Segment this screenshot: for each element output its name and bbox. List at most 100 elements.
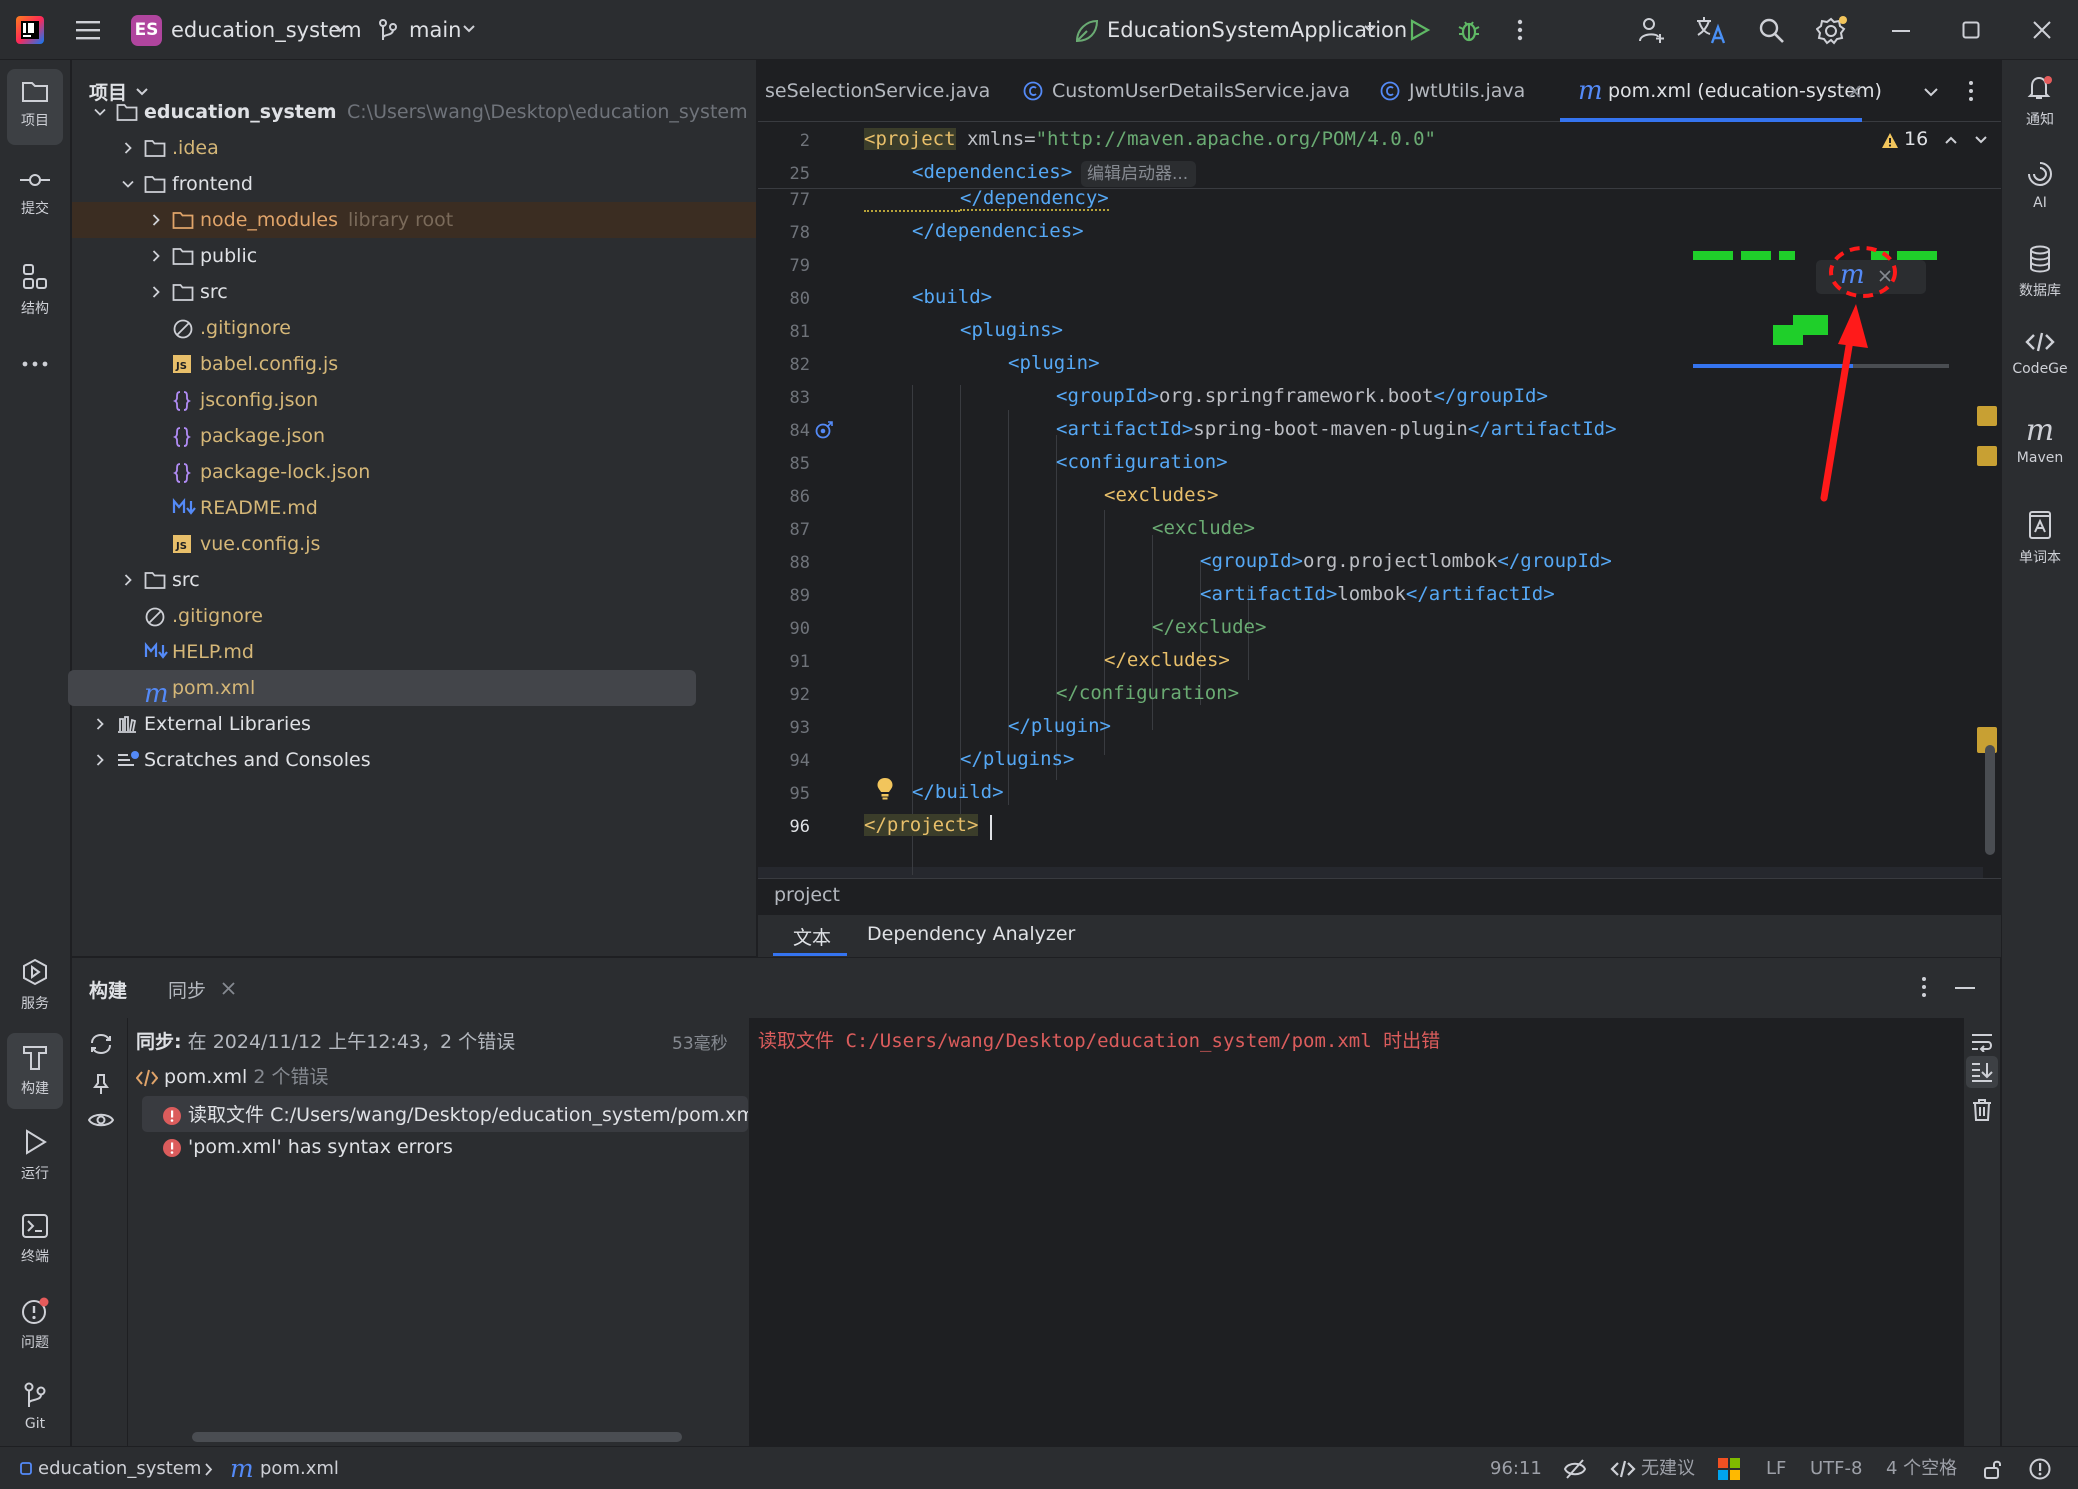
tree-item-src[interactable]: src bbox=[72, 274, 756, 310]
chevron-right-icon[interactable] bbox=[150, 286, 162, 298]
file-encoding[interactable]: UTF-8 bbox=[1810, 1447, 1862, 1489]
sticky-line-project[interactable]: <project xmlns="http://maven.apache.org/… bbox=[864, 128, 1436, 150]
tab-pom-xml[interactable]: m pom.xml (education-system) bbox=[1578, 60, 1882, 122]
horizontal-scrollbar-thumb[interactable] bbox=[192, 1432, 682, 1442]
tool-run[interactable]: 运行 bbox=[7, 1120, 63, 1196]
chevron-down-icon[interactable] bbox=[1363, 24, 1377, 34]
code-line-93[interactable]: </plugin> bbox=[1008, 715, 1111, 737]
chevron-right-icon[interactable] bbox=[150, 250, 162, 262]
warning-icon[interactable] bbox=[1881, 132, 1899, 149]
code-line-96[interactable]: </project> bbox=[864, 814, 979, 836]
code-line-88[interactable]: <groupId>org.projectlombok</groupId> bbox=[1200, 550, 1612, 572]
chevron-down-icon[interactable] bbox=[122, 178, 134, 190]
tab-list-chevron-icon[interactable] bbox=[1923, 87, 1939, 98]
suggestion-status[interactable]: 无建议 bbox=[1641, 1447, 1695, 1489]
tool-services[interactable]: 服务 bbox=[7, 950, 63, 1026]
indent-setting[interactable]: 4 个空格 bbox=[1886, 1447, 1957, 1489]
translate-icon[interactable] bbox=[1695, 15, 1727, 45]
vertical-scrollbar-thumb[interactable] bbox=[1985, 745, 1995, 855]
console-error-line[interactable]: 读取文件 C:/Users/wang/Desktop/education_sys… bbox=[758, 1026, 1440, 1053]
sync-summary-row[interactable]: 同步: 在 2024/11/12 上午12:43，2 个错误 bbox=[136, 1027, 726, 1061]
unlock-icon[interactable] bbox=[1983, 1459, 2003, 1479]
branch-selector[interactable]: main bbox=[409, 0, 461, 60]
options-icon[interactable] bbox=[1921, 976, 1927, 998]
error-stripe-marker[interactable] bbox=[1977, 446, 1997, 466]
tree-item-help-md[interactable]: HELP.md bbox=[72, 634, 756, 670]
tool-project[interactable]: 项目 bbox=[7, 69, 63, 145]
tab-text[interactable]: 文本 bbox=[793, 923, 831, 950]
code-line-82[interactable]: <plugin> bbox=[1008, 352, 1100, 374]
tree-item-package-json[interactable]: package.json bbox=[72, 418, 756, 454]
error-stripe-marker[interactable] bbox=[1977, 406, 1997, 426]
code-line-95[interactable]: </build> bbox=[912, 781, 1004, 803]
tree-item-src[interactable]: src bbox=[72, 562, 756, 598]
eye-icon[interactable] bbox=[88, 1110, 114, 1130]
tool-git[interactable]: Git bbox=[7, 1373, 63, 1449]
tool-codegeex[interactable]: CodeGe bbox=[2008, 330, 2072, 400]
tool-ai[interactable]: AI bbox=[2012, 160, 2068, 230]
tool-commit[interactable]: 提交 bbox=[7, 161, 63, 231]
clear-all-icon[interactable] bbox=[1972, 1098, 1992, 1122]
close-tab-icon[interactable] bbox=[1848, 85, 1861, 98]
main-menu-icon[interactable] bbox=[75, 19, 101, 41]
build-tab[interactable]: 构建 bbox=[89, 976, 127, 1003]
tree-item-education-system[interactable]: education_system C:\Users\wang\Desktop\ed… bbox=[72, 94, 756, 130]
statusbar-project[interactable]: education_system bbox=[38, 1447, 201, 1489]
minimize-icon[interactable] bbox=[1892, 29, 1910, 33]
tab-more-icon[interactable] bbox=[1968, 80, 1974, 102]
code-line-86[interactable]: <excludes> bbox=[1104, 484, 1218, 506]
tree-item-public[interactable]: public bbox=[72, 238, 756, 274]
chevron-right-icon[interactable] bbox=[94, 718, 106, 730]
tree-item-scratches-and-consoles[interactable]: Scratches and Consoles bbox=[72, 742, 756, 778]
warning-count[interactable]: 16 bbox=[1904, 128, 1928, 150]
more-actions-icon[interactable] bbox=[1516, 18, 1524, 42]
edit-starters-hint[interactable]: 编辑启动器... bbox=[1081, 161, 1197, 187]
close-window-icon[interactable] bbox=[2032, 20, 2052, 40]
code-line-77[interactable]: </dependency> bbox=[960, 187, 1109, 211]
run-icon[interactable] bbox=[1407, 18, 1431, 42]
add-user-icon[interactable] bbox=[1637, 15, 1667, 45]
pin-icon[interactable] bbox=[92, 1072, 110, 1096]
code-line-91[interactable]: </excludes> bbox=[1104, 649, 1230, 671]
search-icon[interactable] bbox=[1757, 16, 1785, 44]
intellij-logo-icon[interactable] bbox=[14, 14, 46, 46]
line-separator[interactable]: LF bbox=[1766, 1447, 1786, 1489]
sync-icon[interactable] bbox=[88, 1032, 114, 1056]
tree-item-babel-config-js[interactable]: JS babel.config.js bbox=[72, 346, 756, 382]
maximize-icon[interactable] bbox=[1962, 21, 1980, 39]
code-line-84[interactable]: <artifactId>spring-boot-maven-plugin</ar… bbox=[1056, 418, 1617, 440]
chevron-right-icon[interactable] bbox=[150, 214, 162, 226]
sticky-line-dependencies[interactable]: <dependencies> bbox=[912, 161, 1072, 183]
code-line-85[interactable]: <configuration> bbox=[1056, 451, 1228, 473]
chevron-right-icon[interactable] bbox=[94, 754, 106, 766]
tool-build[interactable]: 构建 bbox=[7, 1033, 63, 1109]
tab-dependency-analyzer[interactable]: Dependency Analyzer bbox=[867, 923, 1075, 945]
code-area[interactable]: 77 </dependency> 78 </dependencies> 79 8… bbox=[758, 187, 2001, 935]
chevron-down-icon[interactable] bbox=[333, 24, 347, 34]
tree-item-package-lock-json[interactable]: package-lock.json bbox=[72, 454, 756, 490]
tree-item-node-modules[interactable]: node_modules library root bbox=[72, 202, 756, 238]
tree-item-idea[interactable]: .idea bbox=[72, 130, 756, 166]
project-badge[interactable]: ES bbox=[131, 15, 162, 46]
tab-course-selection-service[interactable]: seSelectionService.java bbox=[765, 60, 990, 122]
error-row[interactable]: 读取文件 C:/Users/wang/Desktop/education_sys… bbox=[162, 1100, 748, 1127]
caret-position[interactable]: 96:11 bbox=[1490, 1447, 1542, 1489]
no-inspections-icon[interactable] bbox=[1563, 1458, 1587, 1480]
chevron-right-icon[interactable] bbox=[122, 574, 134, 586]
chevron-down-icon[interactable] bbox=[94, 106, 106, 118]
tool-terminal[interactable]: 终端 bbox=[7, 1205, 63, 1281]
chevron-right-icon[interactable] bbox=[122, 142, 134, 154]
tree-item-frontend[interactable]: frontend bbox=[72, 166, 756, 202]
tree-item-pom-xml[interactable]: m pom.xml bbox=[68, 670, 696, 707]
tree-item-external-libraries[interactable]: External Libraries bbox=[72, 706, 756, 742]
soft-wrap-icon[interactable] bbox=[1970, 1032, 1994, 1052]
debug-icon[interactable] bbox=[1456, 17, 1482, 43]
close-tab-icon[interactable] bbox=[222, 982, 235, 995]
more-tools-button[interactable] bbox=[7, 350, 63, 390]
tree-item-readme-md[interactable]: README.md bbox=[72, 490, 756, 526]
tree-item-gitignore[interactable]: .gitignore bbox=[72, 598, 756, 634]
code-line-89[interactable]: <artifactId>lombok</artifactId> bbox=[1200, 583, 1555, 605]
tool-structure[interactable]: 结构 bbox=[7, 255, 63, 331]
code-line-83[interactable]: <groupId>org.springframework.boot</group… bbox=[1056, 385, 1548, 407]
status-info-icon[interactable] bbox=[2029, 1458, 2051, 1480]
